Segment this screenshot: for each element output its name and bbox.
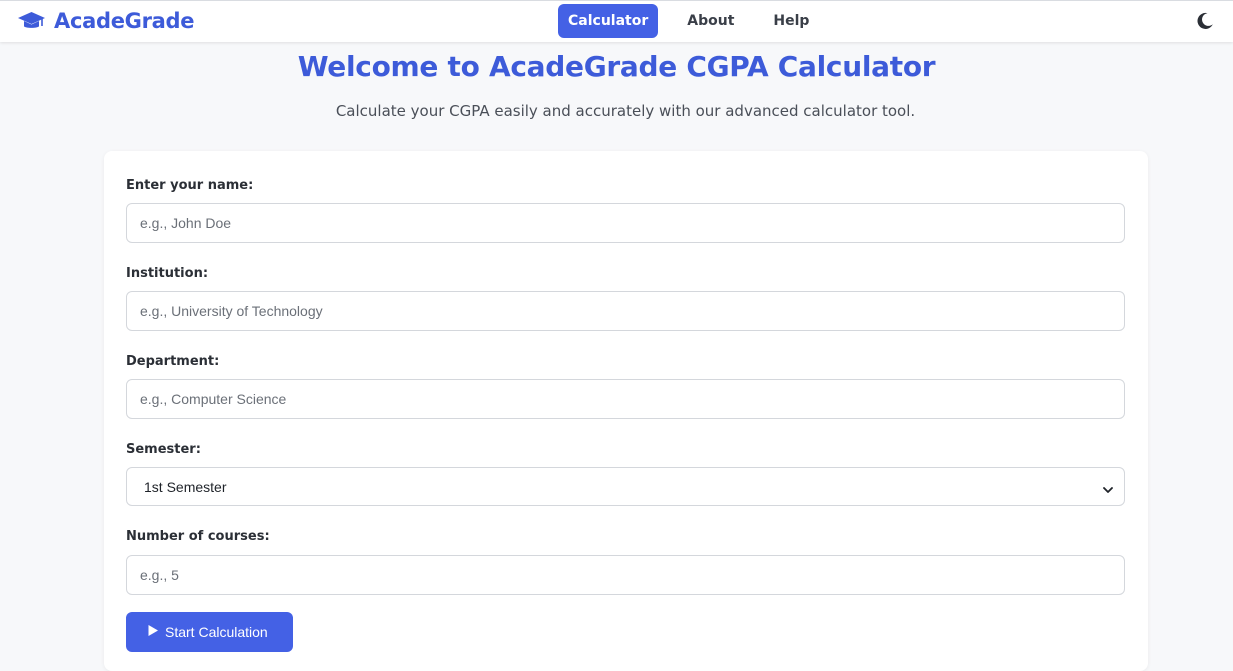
- courses-input[interactable]: [126, 555, 1125, 595]
- page-subtitle: Calculate your CGPA easily and accuratel…: [335, 102, 916, 120]
- play-icon: [147, 624, 159, 640]
- semester-label: Semester:: [126, 442, 201, 457]
- department-label: Department:: [126, 354, 220, 369]
- nav-link-about[interactable]: About: [677, 4, 744, 38]
- page-title: Welcome to AcadeGrade CGPA Calculator: [297, 50, 936, 83]
- institution-label: Institution:: [126, 266, 209, 281]
- start-calculation-button[interactable]: Start Calculation: [126, 612, 293, 652]
- institution-input[interactable]: [126, 291, 1125, 331]
- nav-link-help[interactable]: Help: [763, 4, 819, 38]
- semester-select[interactable]: 1st Semester: [126, 467, 1125, 506]
- brand-name: AcadeGrade: [54, 9, 195, 33]
- department-input[interactable]: [126, 379, 1125, 419]
- brand-logo[interactable]: AcadeGrade: [17, 9, 194, 33]
- start-calculation-label: Start Calculation: [165, 624, 268, 640]
- graduation-cap-icon: [17, 11, 46, 31]
- semester-selected-value: 1st Semester: [144, 478, 227, 495]
- nav-link-calculator[interactable]: Calculator: [558, 4, 659, 38]
- courses-label: Number of courses:: [126, 529, 270, 544]
- nav-links: Calculator About Help: [558, 4, 819, 38]
- name-label: Enter your name:: [126, 178, 254, 193]
- moon-icon[interactable]: [1196, 12, 1214, 32]
- navbar: AcadeGrade Calculator About Help: [0, 0, 1233, 42]
- chevron-down-icon: [1103, 482, 1113, 493]
- name-input[interactable]: [126, 203, 1125, 243]
